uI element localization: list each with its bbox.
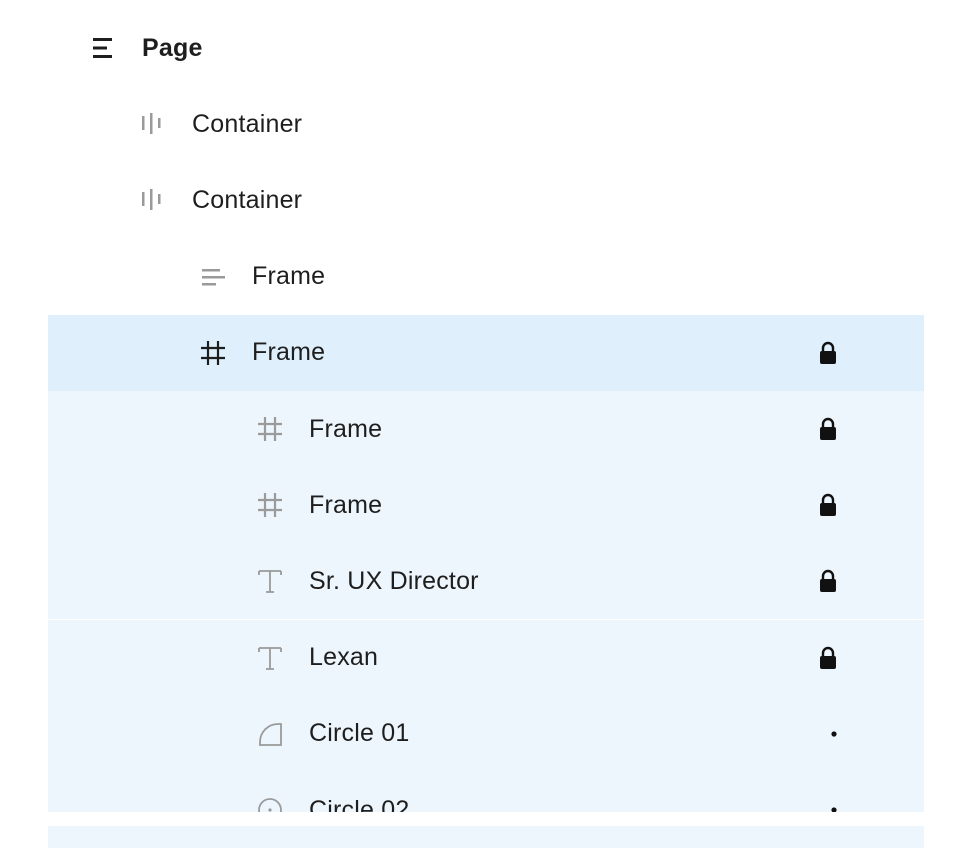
layer-row[interactable]: Container [48, 86, 924, 162]
lock-icon[interactable] [818, 315, 838, 391]
layer-name: Container [192, 185, 303, 214]
layer-name: Frame [252, 262, 326, 291]
layer-row[interactable]: Frame [48, 391, 924, 467]
lock-icon[interactable] [818, 620, 838, 696]
layer-row[interactable]: Sr. UX Director [48, 543, 924, 620]
frame-hash-icon [255, 414, 285, 444]
layer-row[interactable]: Frame [48, 314, 924, 391]
frame-hash-icon [198, 338, 228, 368]
layer-row[interactable]: Container [48, 162, 924, 238]
layer-name: Frame [252, 338, 326, 367]
layer-name: Page [142, 33, 203, 62]
layer-row[interactable]: Circle 02 [48, 772, 924, 848]
vertical-stack-icon [138, 185, 168, 215]
layer-row[interactable]: Circle 01 [48, 695, 924, 772]
dot-icon[interactable] [830, 696, 838, 772]
page-stack-icon [88, 33, 118, 63]
layer-name: Container [192, 109, 303, 138]
layer-row[interactable]: Lexan [48, 619, 924, 696]
layer-row[interactable]: Frame [48, 467, 924, 544]
dot-icon[interactable] [830, 772, 838, 848]
vertical-stack-icon [138, 109, 168, 139]
layer-name: Circle 01 [309, 719, 410, 748]
horizontal-stack-icon [198, 262, 228, 292]
layer-row[interactable]: Page [48, 10, 924, 86]
layer-row[interactable]: Frame [48, 239, 924, 315]
panel-bottom-edge [0, 812, 972, 826]
layer-name: Frame [309, 490, 383, 519]
text-icon [255, 566, 285, 596]
lock-icon[interactable] [818, 543, 838, 619]
frame-hash-icon [255, 490, 285, 520]
lock-icon[interactable] [818, 467, 838, 543]
text-icon [255, 643, 285, 673]
quarter-circle-icon [255, 719, 285, 749]
layer-name: Sr. UX Director [309, 566, 479, 595]
lock-icon[interactable] [818, 391, 838, 467]
layer-name: Frame [309, 414, 383, 443]
layers-panel: Page Container Container Frame Frame Frame Fra… [0, 0, 972, 848]
layer-name: Lexan [309, 643, 379, 672]
